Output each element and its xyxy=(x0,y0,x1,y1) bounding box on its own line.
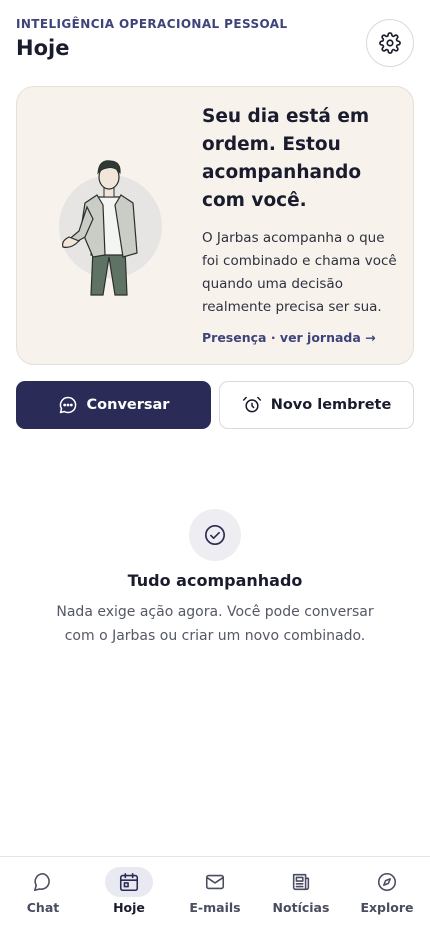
page-title: Hoje xyxy=(16,36,70,60)
header: INTELIGÊNCIA OPERACIONAL PESSOAL Hoje xyxy=(16,17,414,69)
settings-button[interactable] xyxy=(366,19,414,67)
tab-today-label: Hoje xyxy=(113,900,145,915)
bottom-tab-bar: Chat Hoje E-mails Notícias Explore xyxy=(0,856,430,932)
action-buttons: Conversar Novo lembrete xyxy=(16,381,414,429)
tab-today[interactable]: Hoje xyxy=(94,867,164,919)
empty-state: Tudo acompanhado Nada exige ação agora. … xyxy=(0,509,430,648)
tab-news[interactable]: Notícias xyxy=(266,867,336,919)
chat-button-label: Conversar xyxy=(86,397,170,413)
mail-icon xyxy=(205,874,225,890)
tab-chat-label: Chat xyxy=(26,900,60,915)
journey-link[interactable]: Presença · ver jornada → xyxy=(202,330,402,345)
tab-emails-label: E-mails xyxy=(189,900,241,915)
hero-heading: Seu dia está em ordem. Estou acompanhand… xyxy=(202,106,370,211)
presence-card: Seu dia está em ordem. Estou acompanhand… xyxy=(16,86,414,365)
gear-icon xyxy=(379,32,401,54)
assistant-avatar-icon xyxy=(62,160,138,296)
alarm-clock-icon xyxy=(242,396,261,413)
check-badge xyxy=(189,509,241,561)
chat-icon xyxy=(33,872,50,892)
chat-button[interactable]: Conversar xyxy=(16,381,211,429)
tab-explore-label: Explore xyxy=(360,900,414,915)
chat-bubble-icon xyxy=(59,396,76,414)
calendar-icon xyxy=(119,872,139,892)
compass-icon xyxy=(377,872,397,892)
tab-news-label: Notícias xyxy=(272,900,330,915)
eyebrow-label: INTELIGÊNCIA OPERACIONAL PESSOAL xyxy=(16,17,288,31)
assistant-illustration xyxy=(57,157,163,297)
hero-description: O Jarbas acompanha o que foi combinado e… xyxy=(202,230,397,315)
new-reminder-button[interactable]: Novo lembrete xyxy=(219,381,414,429)
tab-emails[interactable]: E-mails xyxy=(180,867,250,919)
new-reminder-label: Novo lembrete xyxy=(270,397,392,413)
empty-state-text: Nada exige ação agora. Você pode convers… xyxy=(56,604,374,644)
news-icon xyxy=(292,873,310,891)
check-circle-icon xyxy=(205,525,225,545)
tab-chat[interactable]: Chat xyxy=(8,867,78,919)
tab-explore[interactable]: Explore xyxy=(352,867,422,919)
empty-state-title: Tudo acompanhado xyxy=(127,571,303,590)
